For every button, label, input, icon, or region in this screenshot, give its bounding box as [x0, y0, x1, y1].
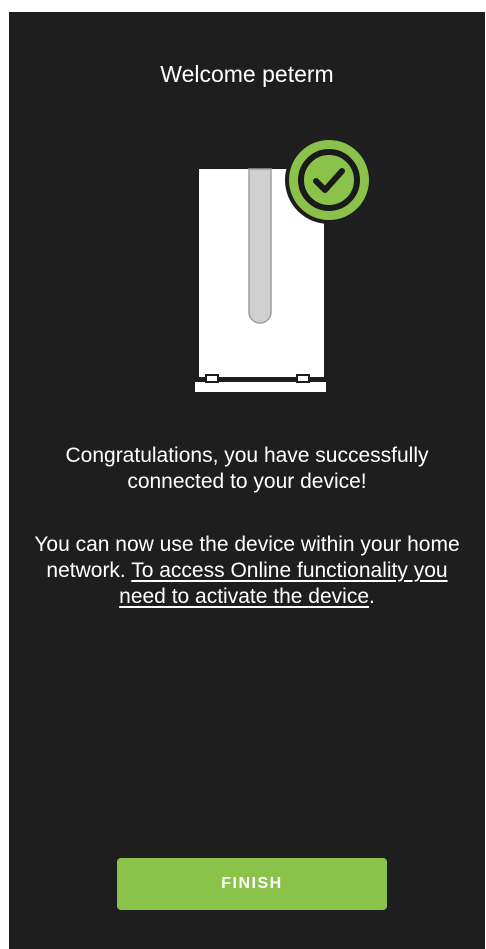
info-suffix: .: [369, 585, 375, 608]
finish-button[interactable]: FINISH: [117, 858, 387, 910]
page-title: Welcome peterm: [160, 61, 334, 87]
check-circle-icon: [285, 136, 371, 224]
device-illustration: [195, 136, 371, 392]
info-message: You can now use the device within your h…: [29, 532, 465, 610]
activate-link-text-line2: device: [308, 585, 369, 608]
success-message: Congratulations, you have successfully c…: [65, 444, 429, 493]
app-screen: Welcome peterm Congratulations, you have…: [9, 12, 485, 949]
activate-device-link[interactable]: To access Online functionality you need …: [119, 559, 447, 608]
activate-link-text-line1: To access Online functionality you need …: [119, 559, 448, 608]
